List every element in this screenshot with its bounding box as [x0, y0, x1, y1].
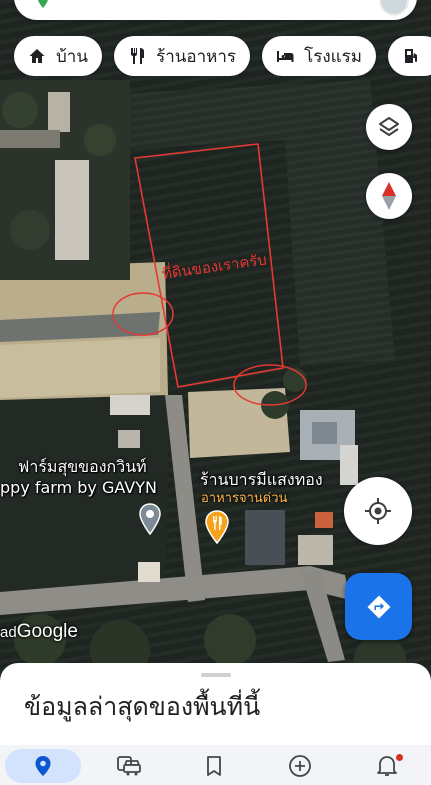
chip-hotels[interactable]: โรงแรม — [262, 36, 376, 76]
updates-bell-icon — [377, 756, 397, 776]
contribute-icon — [289, 755, 311, 777]
place-label-restaurant[interactable]: ร้านบารมีแสงทอง — [200, 470, 323, 489]
chip-restaurants-label: ร้านอาหาร — [156, 46, 236, 67]
notification-badge — [396, 754, 403, 761]
chip-home[interactable]: บ้าน — [14, 36, 102, 76]
attribution-prefix: ad — [0, 624, 17, 641]
category-chips: บ้าน ร้านอาหาร โรงแรม — [14, 36, 431, 76]
my-location-icon — [365, 498, 391, 524]
sheet-drag-handle[interactable] — [201, 673, 231, 677]
layers-button[interactable] — [366, 104, 412, 150]
avatar-icon[interactable] — [379, 0, 409, 16]
chip-restaurants[interactable]: ร้านอาหาร — [114, 36, 250, 76]
nav-contribute[interactable] — [262, 749, 338, 783]
restaurant-place-pin-icon[interactable] — [204, 510, 230, 544]
satellite-map[interactable]: บ้าน ร้านอาหาร โรงแรม ที่ดินของเราครับ ฟ… — [0, 0, 431, 680]
farm-place-pin-icon[interactable] — [138, 503, 162, 535]
chip-hotels-label: โรงแรม — [304, 46, 362, 67]
explore-pin-icon — [35, 756, 51, 776]
google-logo-text: Google — [16, 621, 78, 642]
home-icon — [28, 47, 46, 65]
bottom-navigation — [0, 745, 431, 785]
gas-station-icon — [402, 47, 420, 65]
chip-gas[interactable] — [388, 36, 431, 76]
compass-icon — [382, 182, 396, 210]
nav-explore[interactable] — [5, 749, 81, 783]
restaurant-icon — [128, 47, 146, 65]
nav-saved[interactable] — [176, 749, 252, 783]
layers-icon — [379, 117, 399, 136]
commute-icon — [117, 756, 141, 776]
directions-icon — [367, 595, 390, 618]
my-location-button[interactable] — [344, 477, 412, 545]
nav-updates[interactable] — [349, 749, 425, 783]
saved-icon — [207, 756, 221, 776]
sheet-title: ข้อมูลล่าสุดของพื้นที่นี้ — [24, 692, 261, 721]
place-category-restaurant: อาหารจานด่วน — [201, 491, 288, 506]
google-logo: adGoogle — [0, 621, 78, 643]
place-label-farm-line2[interactable]: ppy farm by GAVYN — [0, 478, 157, 497]
nav-commute[interactable] — [91, 749, 167, 783]
directions-button[interactable] — [345, 573, 412, 640]
compass-button[interactable] — [366, 173, 412, 219]
search-bar[interactable] — [14, 0, 417, 20]
place-label-farm-line1[interactable]: ฟาร์มสุขของกวินท์ — [18, 457, 147, 476]
chip-home-label: บ้าน — [56, 46, 88, 67]
map-pin-icon — [38, 0, 48, 8]
hotel-icon — [276, 47, 294, 65]
